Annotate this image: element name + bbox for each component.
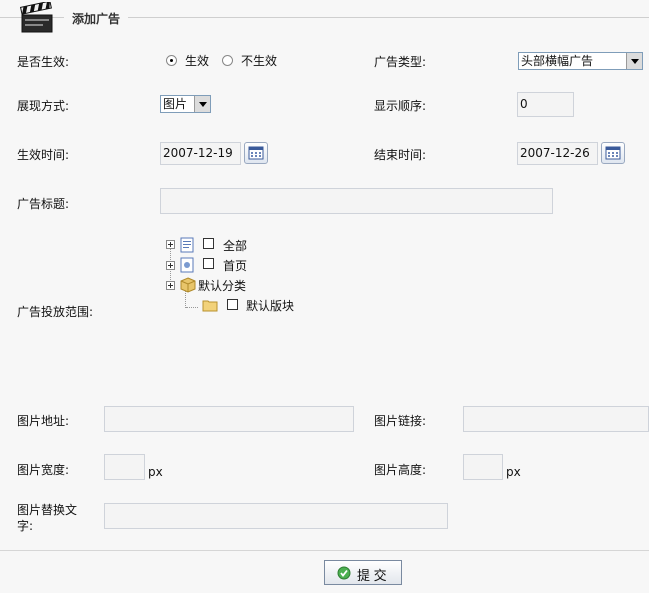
image-width-label: 图片宽度: <box>17 463 70 477</box>
end-calendar-button[interactable] <box>601 142 625 164</box>
image-width-input[interactable] <box>104 454 145 480</box>
alt-text-label: 图片替换文字: <box>17 503 78 533</box>
checkbox-default-board[interactable] <box>227 299 238 310</box>
image-link-label: 图片链接: <box>374 414 427 428</box>
active-option-on: 生效 <box>185 54 210 68</box>
image-url-label: 图片地址: <box>17 414 70 428</box>
image-url-input[interactable] <box>104 406 354 432</box>
tree-item-default-board: 默认版块 <box>246 299 295 313</box>
tree-item-all: 全部 <box>223 239 248 253</box>
display-order-input[interactable]: 0 <box>517 92 574 117</box>
active-option-off: 不生效 <box>241 54 278 68</box>
active-radio-off[interactable] <box>222 55 233 66</box>
ad-type-label: 广告类型: <box>374 55 427 69</box>
tree-item-default-category: 默认分类 <box>198 279 247 293</box>
image-height-label: 图片高度: <box>374 463 427 477</box>
submit-label: 提 交 <box>357 568 387 583</box>
footer-divider <box>0 550 649 551</box>
alt-text-input[interactable] <box>104 503 448 529</box>
chevron-down-icon <box>194 96 210 112</box>
display-order-value: 0 <box>520 97 528 111</box>
end-time-label: 结束时间: <box>374 148 427 162</box>
image-link-input[interactable] <box>463 406 649 432</box>
clapperboard-icon <box>19 0 54 34</box>
active-radio-on[interactable] <box>166 55 177 66</box>
checkbox-all[interactable] <box>203 238 214 249</box>
start-time-input[interactable]: 2007-12-19 <box>160 142 241 165</box>
expand-category-toggle[interactable] <box>166 281 175 290</box>
tree-page-icon <box>179 237 195 253</box>
calendar-icon <box>248 146 264 160</box>
tree-home-icon <box>179 257 195 273</box>
calendar-icon <box>605 146 621 160</box>
active-label: 是否生效: <box>17 55 70 69</box>
display-mode-label: 展现方式: <box>17 99 70 113</box>
display-mode-select[interactable]: 图片 <box>160 95 211 113</box>
package-icon <box>179 276 197 294</box>
image-width-unit: px <box>148 465 163 479</box>
chevron-down-icon <box>626 53 642 69</box>
ad-title-label: 广告标题: <box>17 197 70 211</box>
display-order-label: 显示顺序: <box>374 99 427 113</box>
tree-line <box>186 307 198 309</box>
tree-item-home: 首页 <box>223 259 248 273</box>
expand-home-toggle[interactable] <box>166 261 175 270</box>
ad-type-select[interactable]: 头部横幅广告 <box>518 52 643 70</box>
end-time-value: 2007-12-26 <box>520 146 590 160</box>
end-time-input[interactable]: 2007-12-26 <box>517 142 598 165</box>
start-calendar-button[interactable] <box>244 142 268 164</box>
page-title: 添加广告 <box>72 12 121 26</box>
expand-all-toggle[interactable] <box>166 240 175 249</box>
ad-title-input[interactable] <box>160 188 553 214</box>
ad-type-value: 头部横幅广告 <box>521 54 594 68</box>
scope-label: 广告投放范围: <box>17 305 94 319</box>
start-time-value: 2007-12-19 <box>163 146 233 160</box>
image-height-input[interactable] <box>463 454 503 480</box>
folder-icon <box>202 298 218 312</box>
submit-button[interactable]: 提 交 <box>324 560 402 585</box>
start-time-label: 生效时间: <box>17 148 70 162</box>
checkbox-home[interactable] <box>203 258 214 269</box>
image-height-unit: px <box>506 465 521 479</box>
display-mode-value: 图片 <box>163 97 188 111</box>
check-circle-icon <box>337 566 351 580</box>
